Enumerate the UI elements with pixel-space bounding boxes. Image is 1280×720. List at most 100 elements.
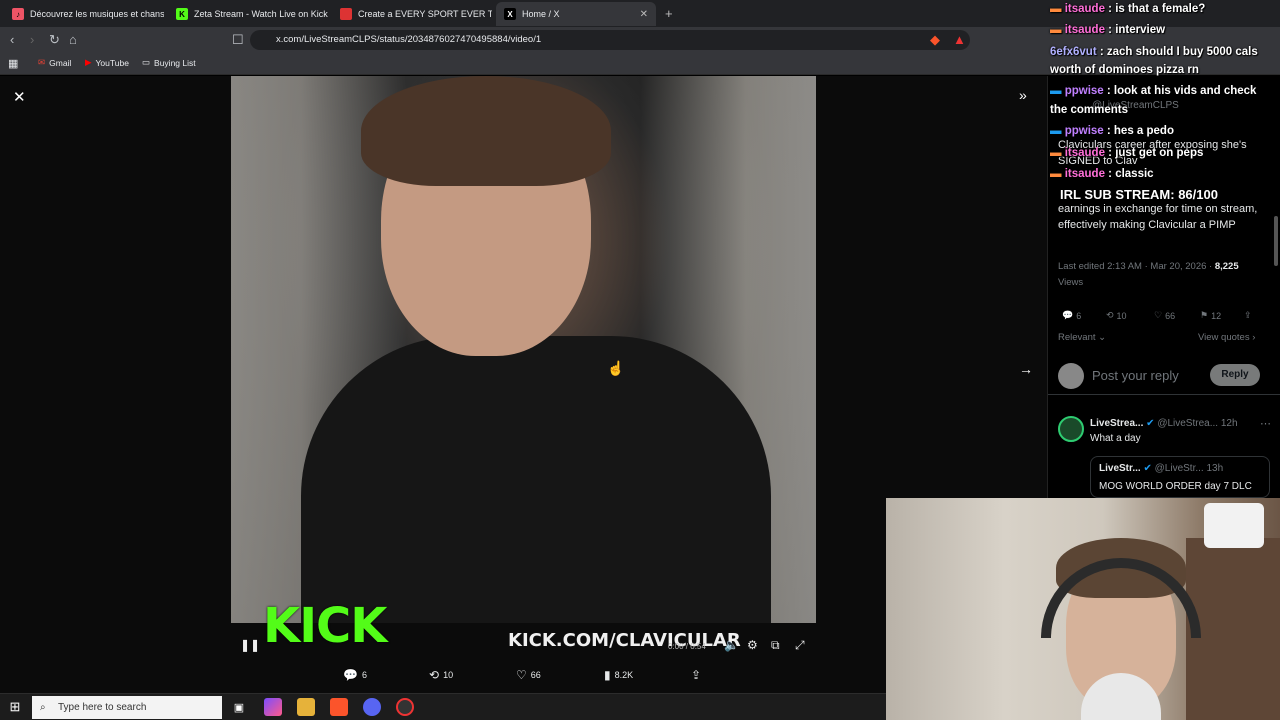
chat-text: : classic — [1104, 168, 1154, 180]
chat-message: worth of dominoes pizza rn — [1050, 64, 1199, 76]
chat-message: 6efx6vut : zach should I buy 5000 cals — [1050, 46, 1258, 58]
tab-title: Découvrez les musiques et chansons — [30, 9, 164, 19]
more-icon[interactable]: ⋯ — [1260, 416, 1271, 432]
quoted-time: 13h — [1206, 463, 1224, 474]
view-quotes-link[interactable]: View quotes › — [1198, 330, 1255, 346]
bookmark-icon: ⚑ — [1200, 310, 1209, 320]
volume-icon[interactable]: 🔈 — [724, 638, 739, 652]
brave-icon[interactable] — [330, 698, 348, 716]
close-media-icon[interactable]: ✕ — [13, 88, 26, 106]
share-button[interactable]: ⇪ — [691, 668, 701, 682]
bookmark-youtube[interactable]: ▶ YouTube — [85, 57, 129, 68]
views-button[interactable]: ▮ 8.2K — [604, 668, 633, 682]
tweet-detail-panel: @LiveStreamCLPS Claviculars career after… — [1047, 76, 1280, 498]
heart-icon: ♡ — [1154, 310, 1163, 320]
panel-reply-button[interactable]: 💬 6 — [1062, 310, 1081, 321]
video-time: 0:00 / 0:54 — [668, 642, 706, 651]
new-tab-icon[interactable]: + — [665, 6, 673, 21]
repost-button[interactable]: ⟲ 10 — [429, 668, 453, 682]
bookmark-buying-list[interactable]: ▭ Buying List — [142, 57, 196, 68]
kick-icon: K — [176, 8, 188, 20]
tab-title: Create a EVERY SPORT EVER Tier List — [358, 9, 492, 19]
tab-kick[interactable]: K Zeta Stream - Watch Live on Kick — [168, 2, 328, 26]
chat-message: ▬ ppwise : hes a pedo — [1050, 125, 1174, 137]
video-controls: ❚❚ 0:00 / 0:54 🔈 ⚙ ⧉ ⤢ — [231, 634, 816, 658]
bookmark-label: Buying List — [154, 57, 196, 68]
tiermaker-icon — [340, 8, 352, 20]
bookmark-icon[interactable]: ☐ — [232, 33, 244, 47]
copilot-icon[interactable] — [264, 698, 282, 716]
reload-icon[interactable]: ↻ — [49, 33, 60, 47]
youtube-icon: ▶ — [85, 57, 92, 67]
reply-time: 12h — [1220, 418, 1238, 429]
chat-text: the comments — [1050, 104, 1128, 116]
close-tab-icon[interactable]: ✕ — [640, 9, 648, 20]
quoted-tweet[interactable]: LiveStr... ✔ @LiveStr... 13h MOG WORLD O… — [1090, 456, 1270, 498]
fullscreen-icon[interactable]: ⤢ — [795, 638, 805, 653]
tab-x-home[interactable]: X Home / X ✕ — [496, 2, 656, 26]
quoted-author-name: LiveStr... — [1099, 463, 1141, 474]
reply-count: 6 — [361, 670, 367, 680]
reply-input[interactable]: Post your reply — [1092, 368, 1179, 384]
task-view-icon[interactable]: ▣ — [230, 698, 248, 716]
chat-message: ▬ ppwise : look at his vids and check — [1050, 85, 1256, 97]
expand-panel-icon[interactable]: » — [1019, 87, 1027, 103]
search-icon: ⌕ — [40, 702, 46, 713]
forward-icon[interactable]: › — [30, 33, 34, 47]
tab-tiermaker[interactable]: Create a EVERY SPORT EVER Tier List — [332, 2, 492, 26]
windows-start-icon[interactable]: ⊞ — [6, 698, 24, 716]
like-count: 66 — [530, 670, 541, 680]
divider — [1048, 394, 1280, 395]
tweet-views-count: 8,225 — [1214, 261, 1239, 272]
bookmark-gmail[interactable]: ✉ Gmail — [38, 57, 71, 68]
url-field[interactable]: x.com/LiveStreamCLPS/status/203487602747… — [250, 30, 970, 50]
webcam-overlay — [886, 498, 1280, 720]
verified-icon: ✔ — [1146, 418, 1155, 429]
reply-author[interactable]: LiveStrea... ✔ @LiveStrea... 12h — [1090, 416, 1238, 432]
sort-dropdown[interactable]: Relevant ⌄ — [1058, 330, 1106, 346]
home-icon[interactable]: ⌂ — [69, 33, 77, 47]
reply-icon: 💬 — [1062, 310, 1074, 320]
repost-count: 10 — [443, 670, 454, 680]
panel-like-button[interactable]: ♡ 66 — [1154, 310, 1175, 321]
views-icon: ▮ — [604, 668, 611, 682]
discord-icon[interactable] — [363, 698, 381, 716]
tab-title: Home / X — [522, 9, 560, 19]
scrollbar[interactable] — [1274, 216, 1278, 266]
search-placeholder: Type here to search — [58, 702, 147, 713]
quoted-author: LiveStr... ✔ @LiveStr... 13h — [1099, 461, 1223, 477]
next-media-icon[interactable]: → — [1019, 361, 1033, 377]
reply-count: 6 — [1076, 310, 1082, 321]
sort-label: Relevant — [1058, 332, 1096, 343]
obs-icon[interactable] — [396, 698, 414, 716]
chat-message: the comments — [1050, 104, 1128, 116]
windows-taskbar: ⊞ ⌕ Type here to search ▣ — [0, 693, 886, 720]
chat-username: ppwise — [1064, 85, 1104, 97]
settings-icon[interactable]: ⚙ — [747, 638, 758, 652]
reply-button[interactable]: 💬 6 — [343, 668, 367, 682]
chat-username: itsaude — [1064, 168, 1105, 180]
share-icon: ⇪ — [691, 668, 702, 682]
brave-rewards-icon[interactable]: ▲ — [953, 33, 966, 47]
chat-message: ▬ itsaude : is that a female? — [1050, 3, 1205, 15]
back-icon[interactable]: ‹ — [10, 33, 14, 47]
brave-shield-icon[interactable]: ◆ — [930, 33, 940, 47]
chat-username: 6efx6vut — [1050, 46, 1097, 58]
pause-icon[interactable]: ❚❚ — [240, 638, 260, 652]
panel-share-button[interactable]: ⇪ — [1244, 310, 1252, 321]
file-explorer-icon[interactable] — [297, 698, 315, 716]
reply-text: What a day — [1090, 433, 1141, 444]
taskbar-search[interactable]: ⌕ Type here to search — [32, 696, 222, 719]
like-button[interactable]: ♡ 66 — [516, 668, 541, 682]
tab-deezer[interactable]: ♪ Découvrez les musiques et chansons — [4, 2, 164, 26]
pip-icon[interactable]: ⧉ — [771, 638, 780, 653]
video-player[interactable] — [231, 76, 816, 623]
apps-icon[interactable]: ▦ — [8, 57, 18, 70]
chat-text: : zach should I buy 5000 cals — [1096, 46, 1258, 58]
panel-repost-button[interactable]: ⟲ 10 — [1106, 310, 1127, 321]
bookmark-label: YouTube — [95, 57, 129, 68]
reply-submit-button[interactable]: Reply — [1210, 364, 1260, 386]
panel-bookmark-button[interactable]: ⚑ 12 — [1200, 310, 1221, 321]
chat-badge-icon: ▬ — [1050, 147, 1062, 159]
tweet-action-bar: 💬 6 ⟲ 10 ♡ 66 ▮ 8.2K ⇪ — [231, 668, 816, 688]
